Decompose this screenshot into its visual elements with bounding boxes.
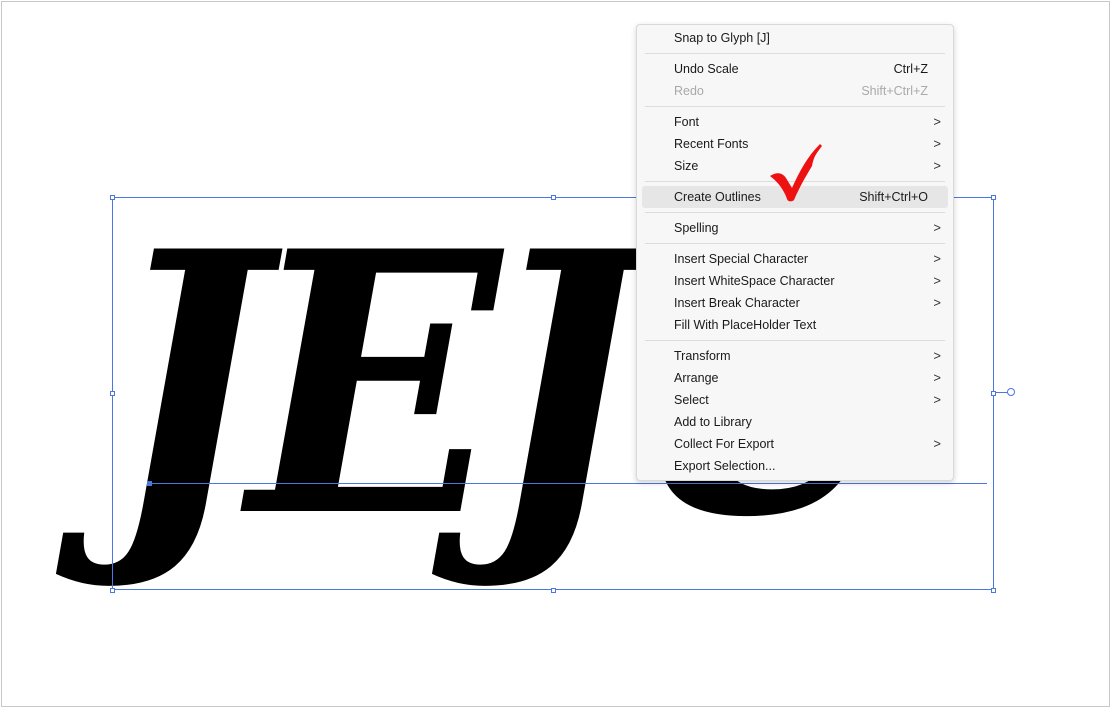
menu-item-label: Recent Fonts	[674, 137, 749, 151]
chevron-right-icon: >	[933, 348, 941, 363]
menu-item-shortcut: Shift+Ctrl+Z	[861, 84, 928, 98]
menu-item-label: Export Selection...	[674, 459, 776, 473]
menu-item-insert-special-character[interactable]: Insert Special Character >	[637, 248, 953, 270]
menu-item-select[interactable]: Select >	[637, 389, 953, 411]
menu-item-label: Font	[674, 115, 700, 129]
menu-separator	[645, 212, 945, 213]
menu-item-label: Spelling	[674, 221, 719, 235]
menu-item-shortcut: Ctrl+Z	[893, 62, 928, 76]
chevron-right-icon: >	[933, 114, 941, 129]
menu-item-add-to-library[interactable]: Add to Library	[637, 411, 953, 433]
menu-item-label: Transform	[674, 349, 731, 363]
menu-item-arrange[interactable]: Arrange >	[637, 367, 953, 389]
menu-separator	[645, 53, 945, 54]
chevron-right-icon: >	[933, 392, 941, 407]
menu-separator	[645, 340, 945, 341]
menu-item-snap-to-glyph-j[interactable]: Snap to Glyph [J]	[637, 27, 953, 49]
menu-item-label: Select	[674, 393, 709, 407]
menu-item-shortcut: Shift+Ctrl+O	[859, 190, 928, 204]
resize-handle-top-center[interactable]	[551, 195, 556, 200]
chevron-right-icon: >	[933, 158, 941, 173]
chevron-right-icon: >	[933, 436, 941, 451]
resize-handle-bottom-left[interactable]	[110, 588, 115, 593]
menu-item-export-selection[interactable]: Export Selection...	[637, 455, 953, 477]
text-baseline	[150, 483, 987, 484]
menu-item-font[interactable]: Font >	[637, 111, 953, 133]
resize-handle-bottom-right[interactable]	[991, 588, 996, 593]
menu-item-redo: Redo Shift+Ctrl+Z	[637, 80, 953, 102]
baseline-anchor[interactable]	[147, 481, 152, 486]
resize-handle-bottom-center[interactable]	[551, 588, 556, 593]
chevron-right-icon: >	[933, 136, 941, 151]
menu-item-label: Fill With PlaceHolder Text	[674, 318, 817, 332]
chevron-right-icon: >	[933, 273, 941, 288]
menu-item-label: Undo Scale	[674, 62, 739, 76]
context-menu: Snap to Glyph [J] Undo Scale Ctrl+Z Redo Shi…	[636, 24, 954, 481]
menu-item-label: Insert WhiteSpace Character	[674, 274, 835, 288]
menu-item-label: Add to Library	[674, 415, 752, 429]
chevron-right-icon: >	[933, 370, 941, 385]
menu-item-label: Size	[674, 159, 699, 173]
chevron-right-icon: >	[933, 295, 941, 310]
type-handle[interactable]	[1007, 388, 1015, 396]
resize-handle-top-right[interactable]	[991, 195, 996, 200]
chevron-right-icon: >	[933, 220, 941, 235]
menu-separator	[645, 106, 945, 107]
menu-item-spelling[interactable]: Spelling >	[637, 217, 953, 239]
menu-item-insert-break-character[interactable]: Insert Break Character >	[637, 292, 953, 314]
menu-item-label: Redo	[674, 84, 704, 98]
menu-item-insert-whitespace-character[interactable]: Insert WhiteSpace Character >	[637, 270, 953, 292]
menu-item-label: Arrange	[674, 371, 719, 385]
menu-item-label: Insert Break Character	[674, 296, 800, 310]
resize-handle-top-left[interactable]	[110, 195, 115, 200]
menu-item-transform[interactable]: Transform >	[637, 345, 953, 367]
menu-item-fill-with-placeholder-text[interactable]: Fill With PlaceHolder Text	[637, 314, 953, 336]
chevron-right-icon: >	[933, 251, 941, 266]
menu-item-label: Insert Special Character	[674, 252, 809, 266]
resize-handle-middle-left[interactable]	[110, 391, 115, 396]
menu-item-undo-scale[interactable]: Undo Scale Ctrl+Z	[637, 58, 953, 80]
red-check-icon	[770, 144, 822, 202]
menu-item-label: Collect For Export	[674, 437, 775, 451]
menu-item-collect-for-export[interactable]: Collect For Export >	[637, 433, 953, 455]
menu-item-label: Create Outlines	[674, 190, 761, 204]
menu-separator	[645, 243, 945, 244]
menu-item-label: Snap to Glyph [J]	[674, 31, 770, 45]
